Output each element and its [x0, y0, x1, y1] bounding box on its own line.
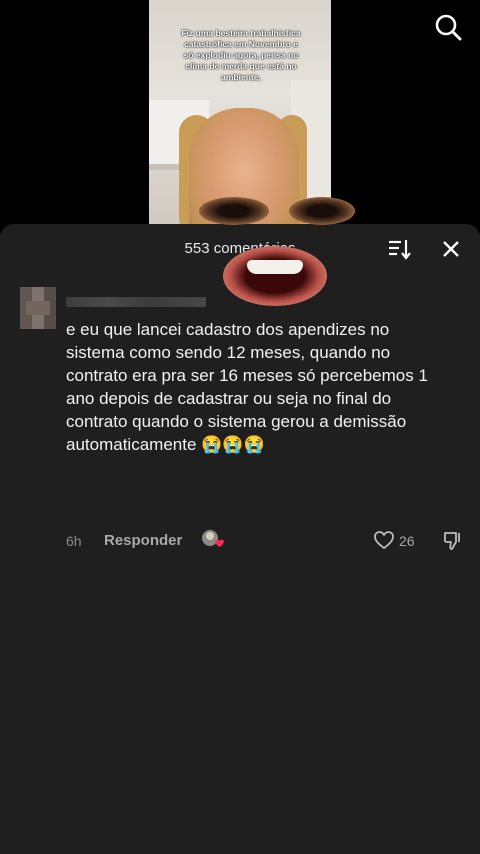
comment-time: 6h: [66, 533, 82, 549]
username-blurred[interactable]: [66, 297, 206, 307]
reply-button[interactable]: Responder: [104, 532, 182, 549]
search-icon[interactable]: [433, 12, 463, 42]
video-caption: Fiz uma besteira trabalhistica catastróf…: [181, 28, 301, 82]
mouth-sticker-teeth: [247, 260, 303, 274]
like-count: 26: [399, 533, 415, 549]
creator-liked-icon: [200, 527, 224, 551]
eye-sticker-right: [289, 197, 355, 225]
mouth-sticker: [223, 246, 327, 306]
thumbs-down-icon[interactable]: [442, 529, 464, 551]
heart-icon[interactable]: [373, 529, 395, 551]
comments-sheet: 553 comentários e eu que lancei cadastro…: [0, 224, 480, 854]
avatar[interactable]: [20, 287, 56, 329]
comment-text: e eu que lancei cadastro dos apendizes n…: [66, 320, 428, 454]
comment-actions: 6h Responder 26: [66, 527, 461, 555]
close-icon[interactable]: [438, 236, 464, 262]
eye-sticker-left: [199, 197, 269, 225]
sort-icon[interactable]: [386, 236, 412, 262]
